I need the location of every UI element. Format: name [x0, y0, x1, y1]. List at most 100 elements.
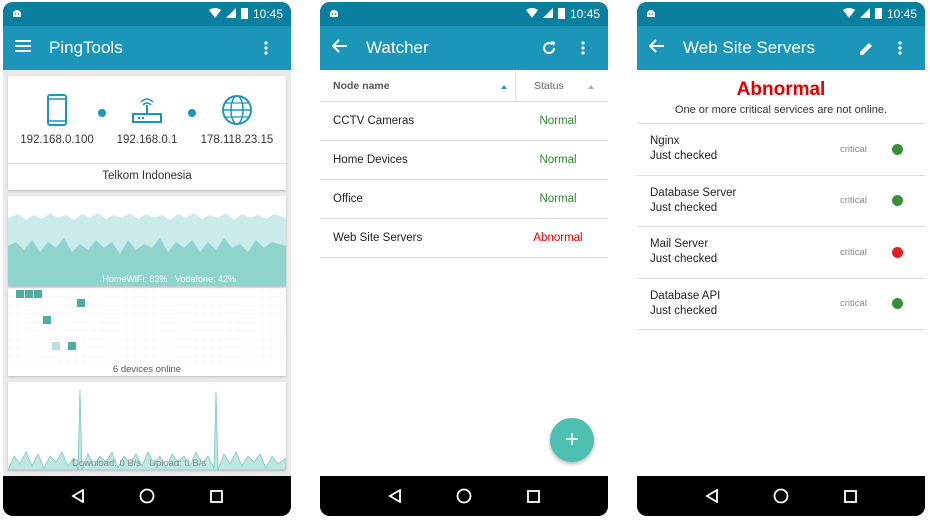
service-row[interactable]: Database Server Just checked critical: [637, 176, 925, 227]
network-card[interactable]: 192.168.0.100 192.168.0.1 178.118.23.15 …: [8, 76, 286, 190]
table-row[interactable]: CCTV Cameras Normal: [320, 102, 608, 141]
service-checked: Just checked: [650, 304, 718, 317]
service-checked: Just checked: [650, 150, 718, 163]
isp-name: Telkom Indonesia: [102, 170, 192, 182]
wifi-status-icon: [208, 7, 221, 21]
upload-label: Upload: 0 B/s: [149, 458, 207, 469]
app-title: PingTools: [49, 38, 123, 57]
recents-nav-icon[interactable]: [206, 486, 226, 506]
screen-title: Web Site Servers: [683, 38, 815, 57]
battery-icon: [240, 7, 248, 22]
more-options-icon[interactable]: [570, 35, 596, 61]
traffic-legend: Download: 0 B/s Upload: 0 B/s: [72, 458, 206, 469]
recents-nav-icon[interactable]: [523, 486, 543, 506]
phone-web-site-servers: 10:45 Web Site Servers Abnormal One or m…: [637, 2, 925, 516]
service-name: Nginx: [650, 135, 680, 148]
signal-icon: [225, 7, 236, 21]
node-name: CCTV Cameras: [333, 115, 415, 127]
node-name-header-label: Node name: [333, 79, 390, 92]
clock: 10:45: [886, 7, 917, 21]
traffic-graph: [8, 389, 286, 470]
recents-nav-icon[interactable]: [840, 486, 860, 506]
android-icon: [645, 7, 657, 22]
clock: 10:45: [252, 7, 283, 21]
link-dot: [188, 109, 196, 117]
status-dot-icon: [892, 246, 903, 258]
table-row[interactable]: Office Normal: [320, 180, 608, 219]
signal-icon: [542, 7, 553, 21]
watcher-list: Node name Status CCTV Cameras Normal Hom…: [320, 70, 608, 476]
internet-node[interactable]: 178.118.23.15: [196, 94, 278, 146]
home-nav-icon[interactable]: [771, 486, 791, 506]
table-row[interactable]: Home Devices Normal: [320, 141, 608, 180]
status-header-label: Status: [534, 79, 564, 92]
router-ip: 192.168.0.1: [116, 134, 178, 146]
back-nav-icon[interactable]: [702, 486, 722, 506]
status-bar: 10:45: [637, 2, 925, 26]
status-header[interactable]: Status: [516, 80, 608, 92]
sort-icon: [588, 80, 594, 92]
table-header: Node name Status: [320, 70, 608, 102]
service-checked: Just checked: [650, 253, 718, 266]
clock: 10:45: [569, 7, 600, 21]
android-icon: [328, 7, 340, 22]
navigation-bar: [637, 476, 925, 516]
back-arrow-icon[interactable]: [331, 38, 348, 58]
service-level: critical: [840, 143, 867, 155]
globe-icon: [221, 95, 252, 125]
devices-grid: [8, 288, 286, 364]
service-row[interactable]: Mail Server Just checked critical: [637, 227, 925, 279]
sort-asc-icon: [501, 80, 507, 92]
signal-card[interactable]: HomeWiFi: 83% Vodafone: 42%: [8, 196, 286, 286]
service-level: critical: [840, 246, 867, 258]
server-detail: Abnormal One or more critical services a…: [637, 70, 925, 476]
service-row[interactable]: Database API Just checked critical: [637, 279, 925, 330]
back-nav-icon[interactable]: [68, 486, 88, 506]
link-dot: [98, 109, 106, 117]
devices-card[interactable]: 6 devices online: [8, 288, 286, 376]
more-options-icon[interactable]: [253, 35, 279, 61]
home-nav-icon[interactable]: [454, 486, 474, 506]
node-status: Abnormal: [533, 232, 583, 244]
add-node-button[interactable]: +: [550, 418, 594, 462]
status-summary: Abnormal One or more critical services a…: [637, 70, 925, 124]
signal-graph: [8, 213, 286, 286]
table-row[interactable]: Web Site Servers Abnormal: [320, 219, 608, 258]
node-status: Normal: [539, 154, 577, 166]
menu-icon[interactable]: [15, 39, 31, 58]
external-ip: 178.118.23.15: [200, 134, 274, 146]
devices-online-label: 6 devices online: [112, 364, 182, 375]
refresh-icon[interactable]: [536, 35, 562, 61]
service-checked: Just checked: [650, 201, 718, 214]
node-name: Home Devices: [333, 154, 408, 166]
router-node[interactable]: 192.168.0.1: [106, 94, 188, 146]
service-row[interactable]: Nginx Just checked critical: [637, 124, 925, 176]
navigation-bar: [3, 476, 291, 516]
service-level: critical: [840, 298, 867, 310]
node-name-header[interactable]: Node name: [333, 70, 516, 101]
back-nav-icon[interactable]: [385, 486, 405, 506]
device-node[interactable]: 192.168.0.100: [16, 94, 98, 146]
status-bar: 10:45: [3, 2, 291, 26]
service-name: Database Server: [650, 186, 737, 199]
app-bar: Watcher: [320, 26, 608, 70]
wifi-status-icon: [842, 7, 855, 21]
device-ip: 192.168.0.100: [20, 134, 94, 146]
download-label: Download: 0 B/s: [72, 458, 142, 469]
wifi-legend-label: HomeWiFi: 83%: [102, 274, 168, 284]
more-options-icon[interactable]: [887, 35, 913, 61]
screen-title: Watcher: [366, 38, 429, 57]
edit-icon[interactable]: [853, 35, 879, 61]
signal-icon: [859, 7, 870, 21]
service-name: Database API: [650, 289, 721, 302]
navigation-bar: [320, 476, 608, 516]
android-icon: [11, 7, 23, 22]
back-arrow-icon[interactable]: [648, 38, 665, 58]
battery-icon: [557, 7, 565, 22]
traffic-card[interactable]: Download: 0 B/s Upload: 0 B/s: [8, 382, 286, 470]
node-name: Web Site Servers: [333, 232, 423, 244]
status-dot-icon: [892, 143, 903, 155]
node-status: Normal: [539, 115, 577, 127]
status-bar: 10:45: [320, 2, 608, 26]
home-nav-icon[interactable]: [137, 486, 157, 506]
